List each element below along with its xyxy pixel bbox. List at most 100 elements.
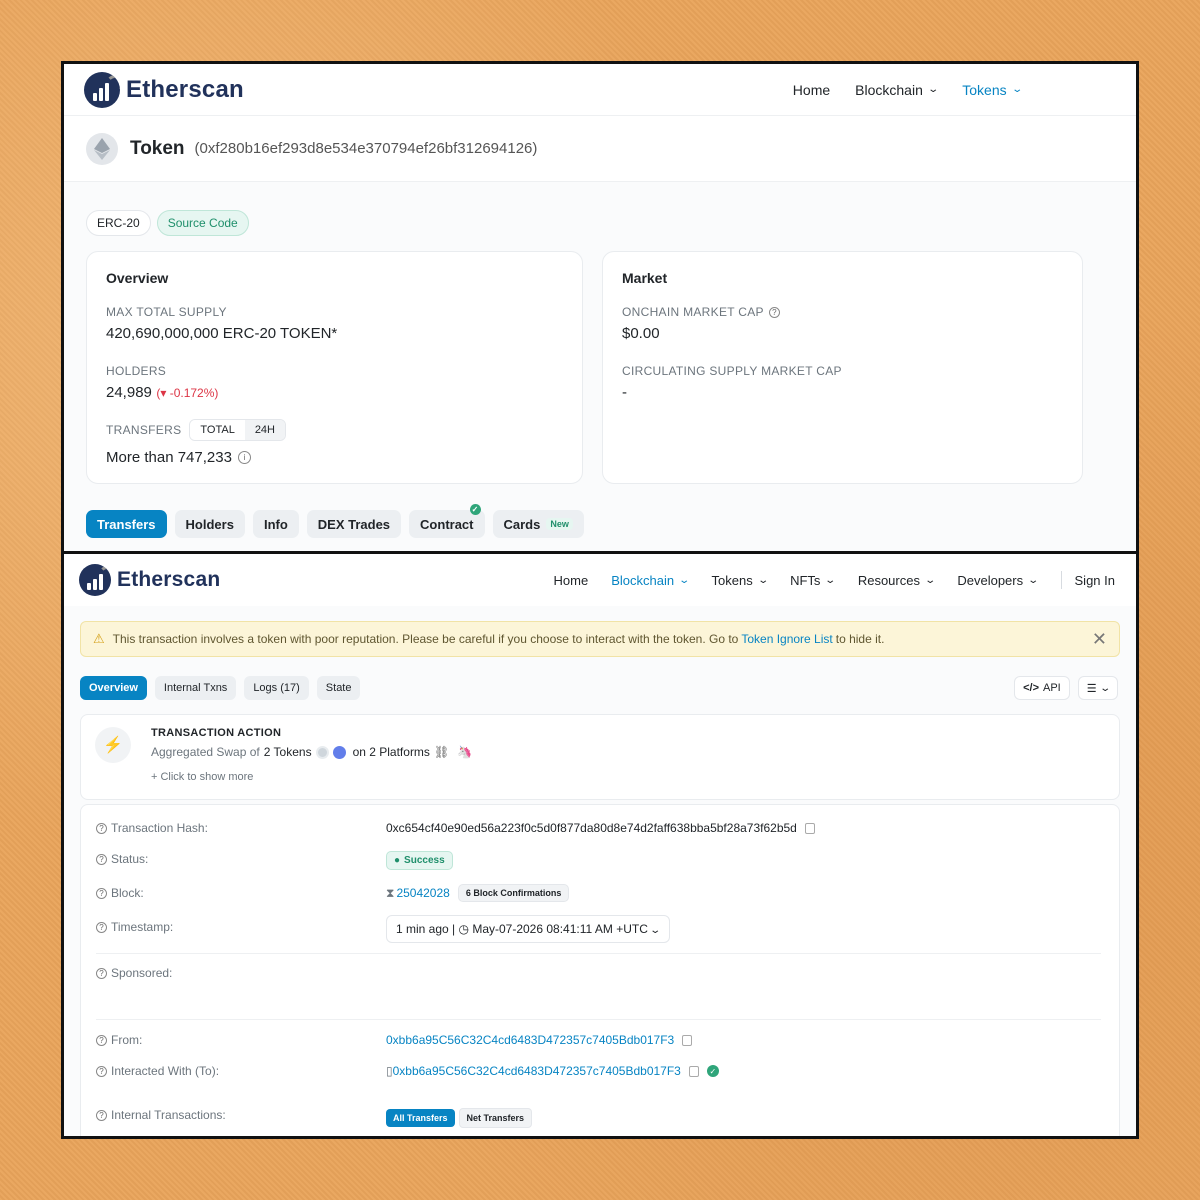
reputation-warning: ⚠ This transaction involves a token with… xyxy=(80,621,1120,657)
token-coin-icon[interactable] xyxy=(315,745,329,759)
action-title: TRANSACTION ACTION xyxy=(151,727,282,739)
copy-icon[interactable] xyxy=(682,1034,693,1046)
api-button[interactable]: </> API xyxy=(1014,676,1070,700)
verified-check-icon: ✓ xyxy=(469,504,481,515)
show-more-link[interactable]: + Click to show more xyxy=(151,771,253,783)
tab-dex-trades[interactable]: DEX Trades xyxy=(306,510,402,538)
help-icon[interactable]: ? xyxy=(768,306,780,318)
transfers-row: TRANSFERS TOTAL 24H xyxy=(106,419,286,441)
tab-overview[interactable]: Overview xyxy=(80,676,147,700)
token-address[interactable]: (0xf280b16ef293d8e534e370794ef26bf312694… xyxy=(195,140,538,157)
tab-cards[interactable]: Cards New xyxy=(492,510,584,538)
block-label: Block: xyxy=(111,886,144,900)
tab-transfers[interactable]: Transfers xyxy=(86,510,167,538)
internal-tabs: All Transfers Net Transfers xyxy=(386,1108,533,1128)
new-badge: New xyxy=(546,518,573,530)
token-badges: ERC-20 Source Code xyxy=(86,210,249,236)
help-icon[interactable]: ? xyxy=(96,1109,107,1121)
tab-net-transfers[interactable]: Net Transfers xyxy=(458,1108,533,1128)
nav-tokens[interactable]: Tokens ⌄ xyxy=(711,572,769,588)
hash-label-wrap: ? Transaction Hash: xyxy=(96,821,208,835)
token-ignore-list-link[interactable]: Token Ignore List xyxy=(741,632,832,646)
nav-blockchain-label: Blockchain xyxy=(611,572,675,588)
erc20-badge: ERC-20 xyxy=(86,210,151,236)
tab-contract-label: Contract xyxy=(420,516,474,532)
help-icon[interactable]: ? xyxy=(96,822,107,834)
nav-tokens-label: Tokens xyxy=(962,81,1007,98)
top-header: Etherscan Home Blockchain ⌄ Tokens ⌄ xyxy=(64,64,1136,116)
warning-icon: ⚠ xyxy=(93,631,105,646)
tab-contract[interactable]: Contract ✓ xyxy=(409,504,485,538)
nav-separator xyxy=(1060,571,1062,589)
toggle-24h[interactable]: 24H xyxy=(244,420,285,440)
nav-developers[interactable]: Developers ⌄ xyxy=(957,572,1039,588)
uniswap-icon[interactable]: 🦄 xyxy=(457,745,472,759)
chevron-down-icon: ⌄ xyxy=(649,925,662,936)
nav-blockchain-label: Blockchain xyxy=(855,81,923,98)
list-options-button[interactable]: ☰ ⌄ xyxy=(1077,676,1118,700)
overview-card: Overview MAX TOTAL SUPPLY 420,690,000,00… xyxy=(86,251,583,484)
status-label: Status: xyxy=(111,852,149,866)
transaction-action-card: ⚡ TRANSACTION ACTION Aggregated Swap of … xyxy=(80,714,1120,800)
action-prefix: Aggregated Swap of xyxy=(151,745,260,759)
copy-icon[interactable] xyxy=(688,1065,699,1077)
verified-check-icon: ✓ xyxy=(706,1065,719,1077)
chevron-down-icon: ⌄ xyxy=(1098,682,1111,694)
tab-info[interactable]: Info xyxy=(252,510,299,538)
status-value-wrap: ● Success xyxy=(386,851,453,870)
ethereum-icon xyxy=(86,132,118,165)
help-icon[interactable]: ? xyxy=(96,1065,107,1077)
help-icon[interactable]: ? xyxy=(96,967,107,979)
eth-coin-icon[interactable] xyxy=(332,745,346,759)
market-title: Market xyxy=(622,270,668,286)
max-supply-label: MAX TOTAL SUPPLY xyxy=(106,305,227,319)
tab-state[interactable]: State xyxy=(316,676,361,700)
help-icon[interactable]: ? xyxy=(96,921,107,933)
action-platforms: on 2 Platforms xyxy=(352,745,430,759)
tab-cards-label: Cards xyxy=(503,516,541,532)
nav-nfts-label: NFTs xyxy=(790,572,821,588)
nav-tokens[interactable]: Tokens ⌄ xyxy=(962,81,1023,98)
tab-logs[interactable]: Logs (17) xyxy=(244,676,309,700)
etherscan-logo[interactable]: Etherscan xyxy=(84,71,244,108)
bottom-nav: Home Blockchain ⌄ Tokens ⌄ NFTs ⌄ Resources… xyxy=(554,571,1115,589)
tab-internal-txns[interactable]: Internal Txns xyxy=(154,676,237,700)
help-icon[interactable]: ? xyxy=(96,853,107,865)
aggregator-icon[interactable]: ⛓ xyxy=(434,745,449,759)
status-value: Success xyxy=(404,855,445,866)
circ-cap-label: CIRCULATING SUPPLY MARKET CAP xyxy=(622,364,842,378)
onchain-cap-label-row: ONCHAIN MARKET CAP ? xyxy=(622,305,780,319)
check-circle-icon: ● xyxy=(394,855,401,866)
status-label-wrap: ? Status: xyxy=(96,852,148,866)
nav-developers-label: Developers xyxy=(957,572,1024,588)
copy-icon[interactable] xyxy=(804,822,815,834)
help-icon[interactable]: ? xyxy=(96,1034,107,1046)
block-value-wrap: ⧗ 25042028 6 Block Confirmations xyxy=(386,884,570,902)
nav-blockchain[interactable]: Blockchain ⌄ xyxy=(611,572,690,588)
help-icon[interactable]: ? xyxy=(96,887,107,899)
tab-holders[interactable]: Holders xyxy=(174,510,245,538)
nav-resources[interactable]: Resources ⌄ xyxy=(858,573,937,588)
from-address[interactable]: 0xbb6a95C56C32C4cd6483D472357c7405Bdb017… xyxy=(386,1033,674,1047)
logo-text: Etherscan xyxy=(126,75,244,103)
timestamp-box[interactable]: 1 min ago | ◷ May-07-2026 08:41:11 AM +U… xyxy=(386,915,670,943)
nav-blockchain[interactable]: Blockchain ⌄ xyxy=(855,81,939,98)
hash-value[interactable]: 0xc654cf40e90ed56a223f0c5d0f877da80d8e74… xyxy=(386,821,797,835)
close-icon[interactable]: ✕ xyxy=(1092,629,1107,650)
internal-label: Internal Transactions: xyxy=(111,1108,226,1122)
source-code-badge[interactable]: Source Code xyxy=(156,210,249,236)
toggle-total[interactable]: TOTAL xyxy=(190,420,245,440)
holders-change: (▾ -0.172%) xyxy=(156,386,219,400)
etherscan-logo[interactable]: Etherscan xyxy=(79,564,220,596)
nav-home[interactable]: Home xyxy=(793,82,830,98)
nav-nfts[interactable]: NFTs ⌄ xyxy=(790,572,836,588)
info-icon[interactable]: i xyxy=(237,451,251,464)
to-link[interactable]: ▯ 0xbb6a95C56C32C4cd6483D472357c7405Bdb0… xyxy=(386,1064,681,1078)
chevron-down-icon: ⌄ xyxy=(924,574,937,586)
tab-all-transfers[interactable]: All Transfers xyxy=(386,1109,455,1127)
nav-home[interactable]: Home xyxy=(554,573,589,588)
nav-sign-in[interactable]: Sign In xyxy=(1075,573,1115,588)
chevron-down-icon: ⌄ xyxy=(1010,84,1023,95)
block-value[interactable]: 25042028 xyxy=(396,886,449,900)
nav-tokens-label: Tokens xyxy=(711,572,753,588)
